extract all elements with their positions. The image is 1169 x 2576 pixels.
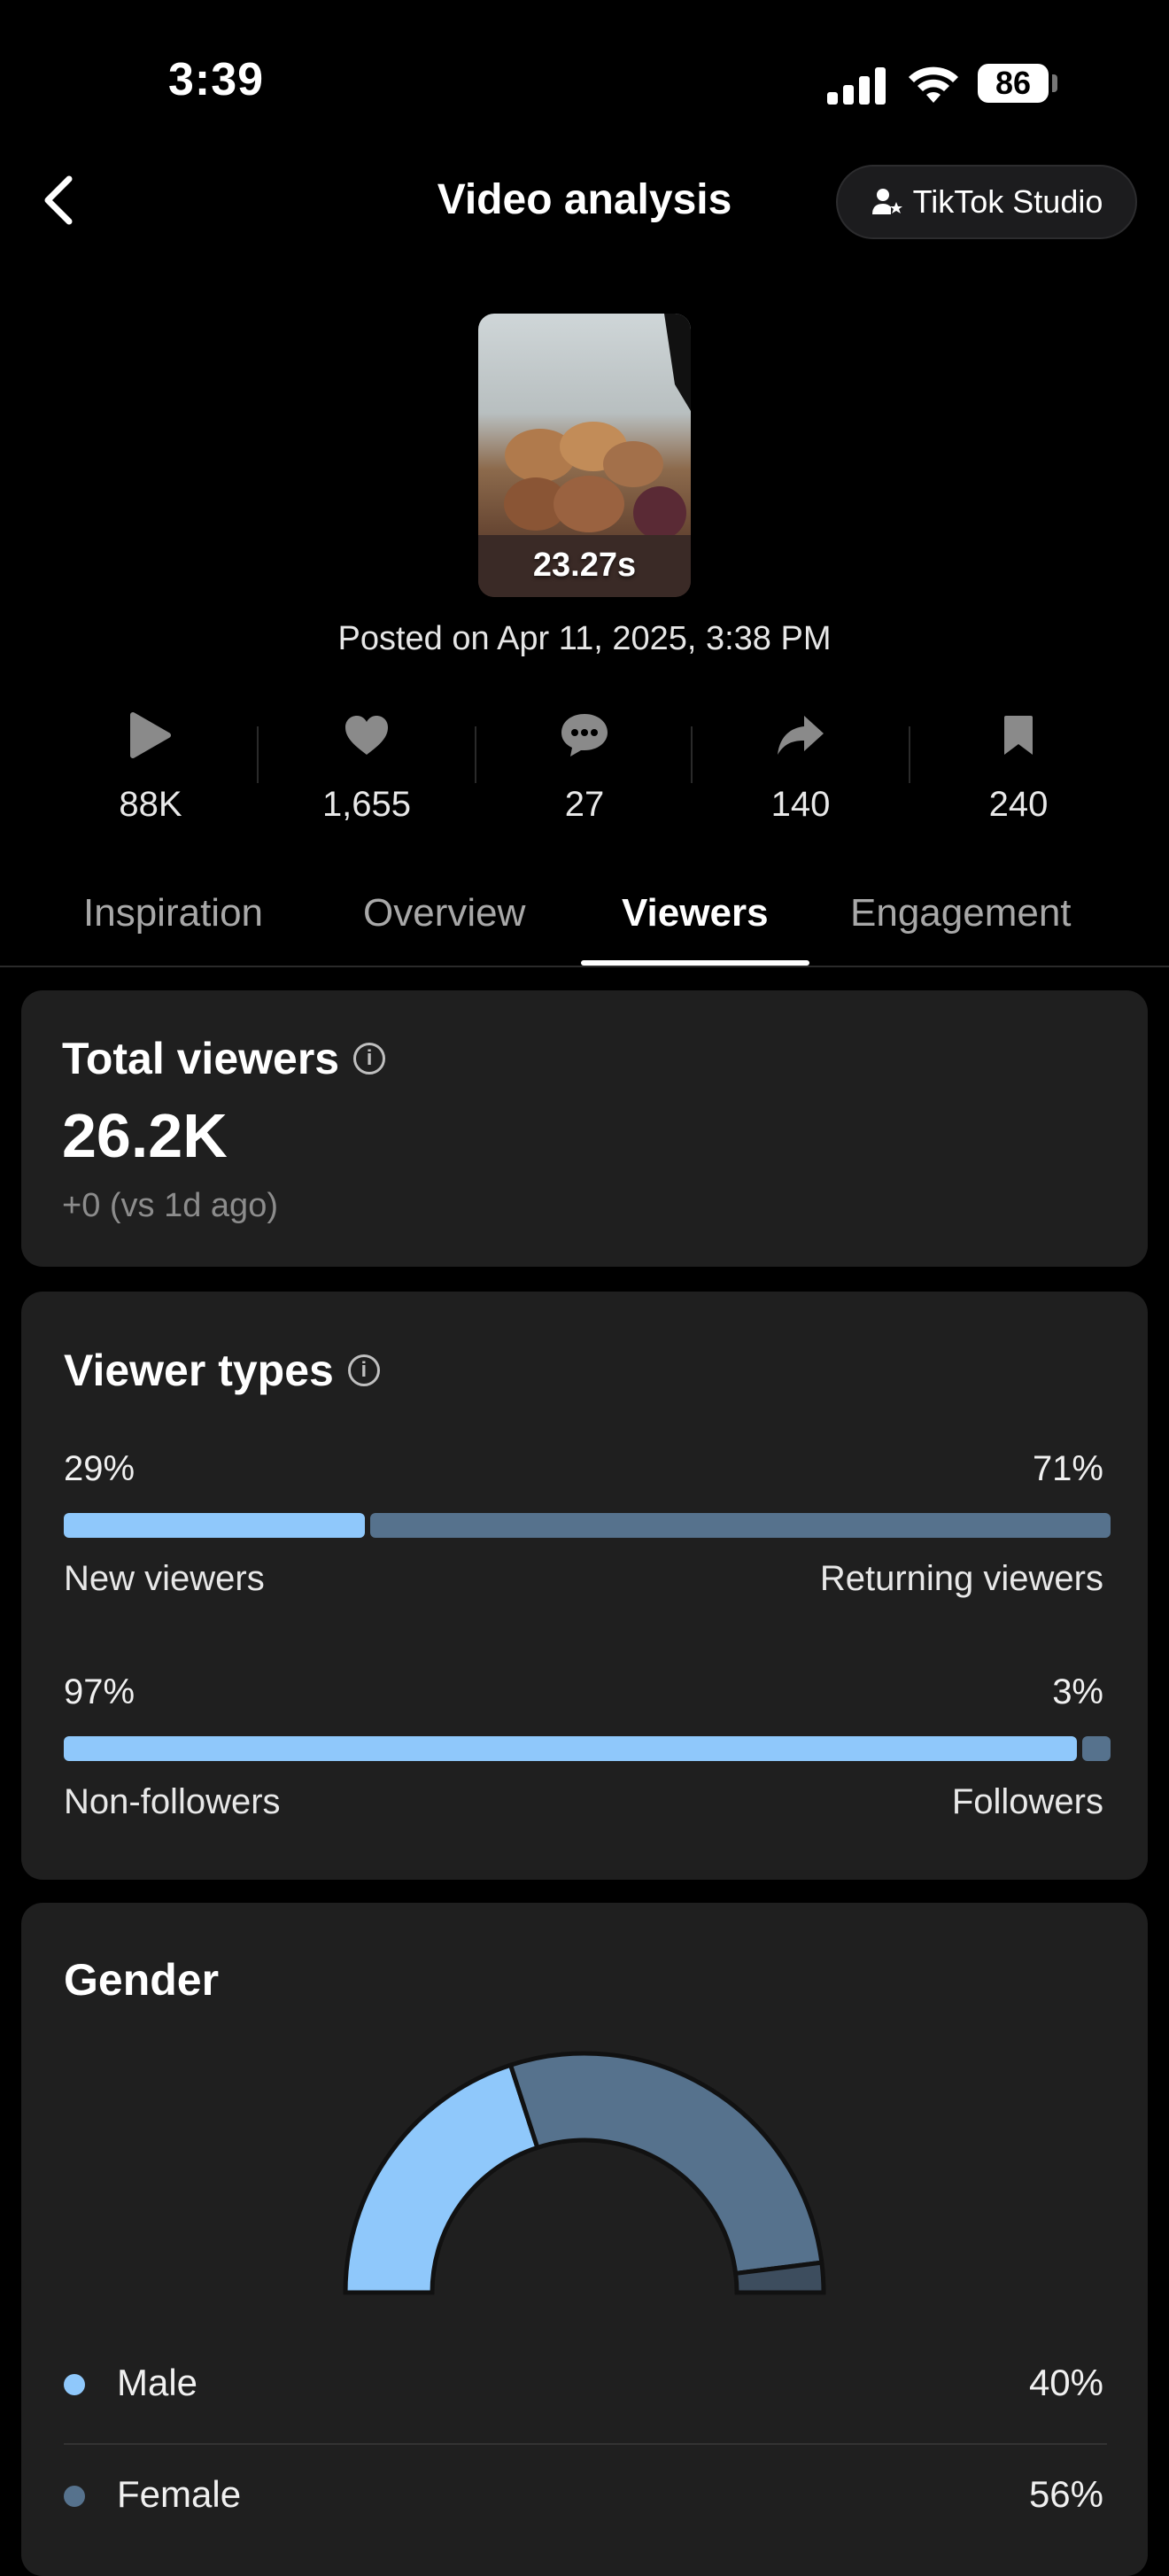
- tab-inspiration[interactable]: Inspiration: [83, 891, 263, 935]
- non-followers-label: Non-followers: [64, 1782, 281, 1821]
- tab-viewers[interactable]: Viewers: [622, 891, 769, 935]
- wifi-icon: [909, 66, 958, 103]
- legend-dot-male: [64, 2374, 85, 2395]
- gender-donut-chart: [343, 2051, 826, 2295]
- returning-viewers-label: Returning viewers: [819, 1559, 1103, 1598]
- returning-viewers-bar: [370, 1513, 1111, 1538]
- legend-value-male: 40%: [1028, 2362, 1103, 2403]
- followers-label: Followers: [951, 1782, 1103, 1821]
- stat-value: 140: [770, 785, 831, 824]
- tab-overview[interactable]: Overview: [363, 891, 525, 935]
- followers-bar: [64, 1736, 1111, 1761]
- gender-slice-female: [507, 2051, 824, 2277]
- viewer-types-card: Viewer types i 29% 71% New viewers Retur…: [21, 1292, 1148, 1880]
- battery-nub: [1052, 74, 1057, 92]
- video-duration: 23.27s: [532, 547, 637, 584]
- stat-comments: 27: [496, 709, 673, 825]
- comment-icon: [561, 714, 608, 757]
- returning-viewers-pct: 71%: [1032, 1449, 1103, 1488]
- new-viewers-label: New viewers: [64, 1559, 265, 1598]
- share-icon: [778, 716, 824, 755]
- gender-card: Gender Male 40% Female 56%: [21, 1903, 1148, 2576]
- stat-divider: [909, 726, 910, 783]
- total-viewers-heading: Total viewers i: [62, 1033, 386, 1084]
- status-time: 3:39: [168, 54, 265, 105]
- stat-value: 1,655: [321, 785, 412, 824]
- non-followers-pct: 97%: [64, 1672, 135, 1711]
- posted-date: Posted on Apr 11, 2025, 3:38 PM: [337, 620, 832, 657]
- legend-dot-female: [64, 2486, 85, 2507]
- legend-divider: [64, 2443, 1107, 2445]
- bookmark-icon: [1004, 716, 1033, 755]
- active-tab-indicator: [581, 960, 809, 966]
- non-followers-bar: [64, 1736, 1077, 1761]
- legend-value-female: 56%: [1028, 2473, 1103, 2515]
- stat-divider: [475, 726, 476, 783]
- total-viewers-value: 26.2K: [62, 1101, 228, 1170]
- stat-value: 88K: [119, 785, 182, 824]
- battery-indicator: 86: [978, 64, 1049, 103]
- stat-shares: 140: [712, 709, 889, 825]
- tab-engagement[interactable]: Engagement: [850, 891, 1072, 935]
- tiktok-studio-label: TikTok Studio: [912, 183, 1103, 220]
- signal-icon: [827, 67, 886, 105]
- viewer-types-title: Viewer types: [64, 1346, 334, 1395]
- followers-pct: 3%: [1052, 1672, 1103, 1711]
- legend-name-male: Male: [117, 2362, 198, 2403]
- stat-likes: 1,655: [278, 709, 455, 825]
- total-viewers-change: +0 (vs 1d ago): [62, 1187, 278, 1224]
- followers-segment-bar: [1082, 1736, 1111, 1761]
- creator-icon: [871, 189, 902, 214]
- stat-divider: [691, 726, 693, 783]
- info-icon[interactable]: i: [353, 1043, 386, 1075]
- tiktok-studio-button[interactable]: TikTok Studio: [836, 165, 1137, 239]
- new-viewers-pct: 29%: [64, 1449, 135, 1488]
- new-viewers-bar: [64, 1513, 365, 1538]
- gender-slice-male: [343, 2062, 540, 2295]
- stat-value: 240: [988, 785, 1049, 824]
- stat-value: 27: [564, 785, 605, 824]
- heart-icon: [345, 716, 388, 755]
- stat-views: 88K: [62, 709, 239, 825]
- viewer-types-heading: Viewer types i: [64, 1345, 380, 1396]
- play-icon: [130, 712, 171, 758]
- stat-saves: 240: [930, 709, 1107, 825]
- total-viewers-card: Total viewers i 26.2K +0 (vs 1d ago): [21, 990, 1148, 1267]
- video-thumbnail[interactable]: 23.27s: [478, 314, 691, 597]
- total-viewers-title: Total viewers: [62, 1034, 340, 1083]
- legend-name-female: Female: [117, 2473, 242, 2515]
- info-icon[interactable]: i: [347, 1354, 380, 1386]
- tabs-divider: [0, 966, 1169, 967]
- stat-divider: [257, 726, 259, 783]
- new-returning-bar: [64, 1513, 1111, 1538]
